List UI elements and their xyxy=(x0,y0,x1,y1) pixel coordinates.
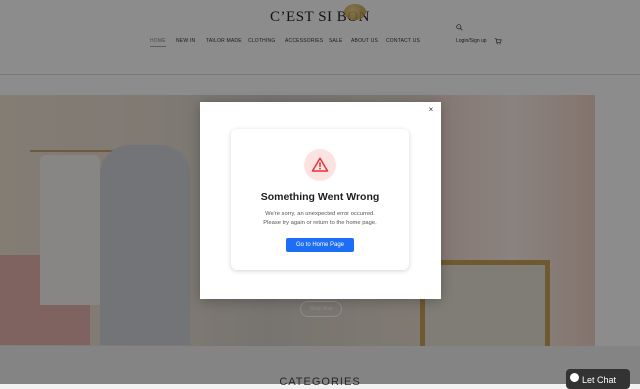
close-icon[interactable]: × xyxy=(425,104,437,116)
error-message-line-1: We're sorry, an unexpected error occurre… xyxy=(265,211,375,217)
error-title: Something Went Wrong xyxy=(260,191,380,203)
chat-icon xyxy=(570,373,579,382)
warning-icon-badge xyxy=(304,149,336,181)
error-card: Something Went Wrong We're sorry, an une… xyxy=(231,129,409,270)
warning-icon xyxy=(311,157,329,172)
error-message: We're sorry, an unexpected error occurre… xyxy=(231,210,409,228)
error-message-line-2: Please try again or return to the home p… xyxy=(263,220,377,226)
chat-button[interactable]: Let Chat xyxy=(566,369,630,389)
go-home-button[interactable]: Go to Home Page xyxy=(286,238,354,252)
error-modal: × Something Went Wrong We're sorry, an u… xyxy=(200,102,441,299)
